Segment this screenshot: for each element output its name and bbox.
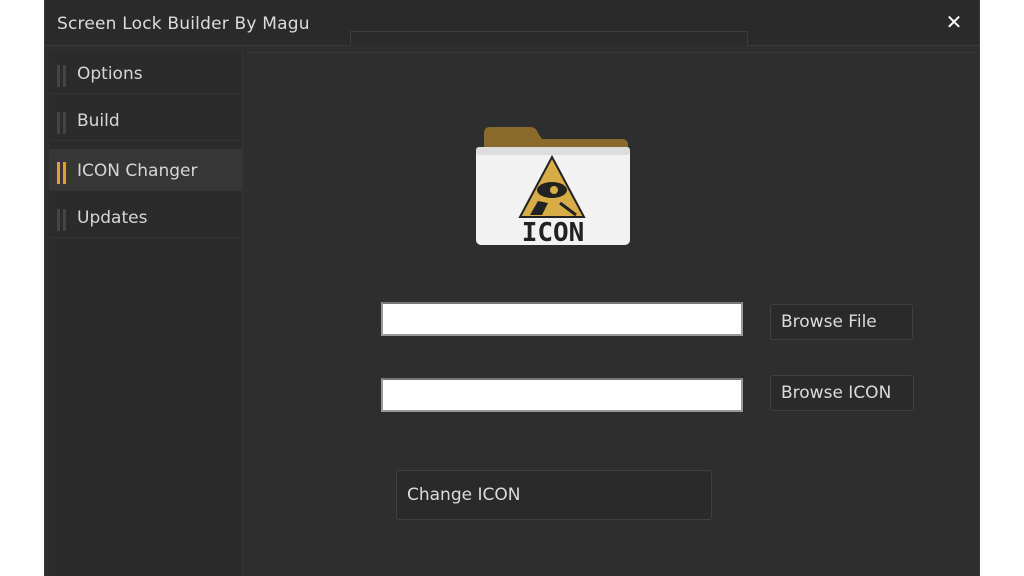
sidebar-item-label: Options [77,64,143,84]
close-button[interactable]: ✕ [943,11,965,33]
browse-file-button[interactable]: Browse File [770,304,913,340]
file-path-input[interactable] [381,302,743,336]
sidebar: Options Build ICON Changer Updates [49,52,243,576]
folder-icon: ICON [476,127,630,247]
sidebar-item-updates[interactable]: Updates [49,196,243,238]
grip-icon [57,209,69,231]
app-window: Screen Lock Builder By Magu ✕ Options Bu… [44,0,980,576]
sidebar-item-options[interactable]: Options [49,52,243,94]
icon-label: ICON [522,218,585,247]
sidebar-item-label: ICON Changer [77,161,198,181]
change-icon-button[interactable]: Change ICON [396,470,712,520]
sidebar-item-icon-changer[interactable]: ICON Changer [49,149,243,191]
title-bar[interactable]: Screen Lock Builder By Magu ✕ [45,0,979,46]
sidebar-item-label: Updates [77,208,148,228]
grip-icon [57,65,69,87]
window-title: Screen Lock Builder By Magu [57,14,310,34]
title-bar-decoration [350,31,748,46]
icon-changer-panel: ICON Browse File Browse ICON Change ICON [245,52,977,576]
icon-path-input[interactable] [381,378,743,412]
grip-icon [57,112,69,134]
sidebar-item-label: Build [77,111,120,131]
sidebar-item-build[interactable]: Build [49,99,243,141]
browse-icon-button[interactable]: Browse ICON [770,375,914,411]
grip-icon [57,162,69,184]
close-icon: ✕ [945,10,963,34]
